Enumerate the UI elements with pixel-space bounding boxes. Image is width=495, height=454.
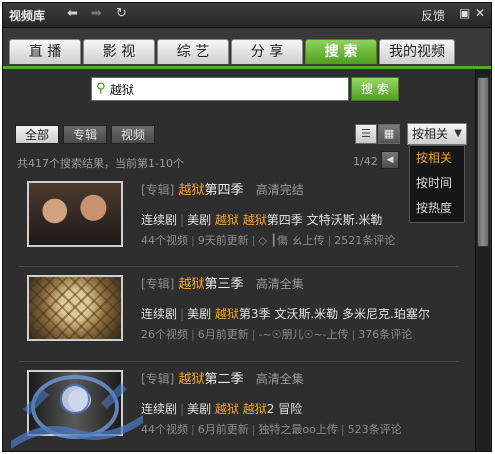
meta-highlight: 越狱 bbox=[214, 213, 239, 227]
result-title: [专辑] 越狱第三季 高清全集 bbox=[141, 273, 304, 292]
thumbnail[interactable] bbox=[27, 275, 123, 341]
uploader[interactable]: ◇ ┃傷 ㄠ上传 bbox=[258, 234, 324, 247]
update-time: 6月前更新 bbox=[197, 328, 249, 341]
restore-icon[interactable]: ▣ bbox=[459, 6, 470, 20]
search-input[interactable] bbox=[110, 79, 344, 99]
scrollbar[interactable] bbox=[475, 69, 490, 451]
feedback-link[interactable]: 反馈 bbox=[421, 7, 445, 24]
meta-highlight: 越狱 bbox=[242, 213, 267, 227]
window-title: 视频库 bbox=[9, 9, 46, 23]
watermark-logo bbox=[11, 375, 143, 449]
close-icon[interactable]: ✕ bbox=[475, 6, 485, 20]
grid-view-icon[interactable]: ▦ bbox=[378, 124, 400, 144]
meta-highlight: 越狱 bbox=[242, 402, 267, 416]
result-stats: 44个视频 | 6月前更新 | 独特之最oo上传 | 523条评论 bbox=[141, 423, 402, 436]
title-bar: 视频库 ⬅ ➡ ↻ 反馈 ▣ ✕ bbox=[3, 3, 491, 28]
result-item[interactable]: [专辑] 越狱第三季 高清全集 连续剧 | 美剧 越狱第3季 文沃斯.米勒 多米尼克… bbox=[13, 269, 463, 361]
quality-label: 高清全集 bbox=[255, 277, 304, 291]
result-meta: 连续剧 | 美剧 越狱 越狱第四季 文特沃斯.米勒 bbox=[141, 213, 383, 227]
uploader[interactable]: -~☉朋儿☉~-上传 bbox=[258, 328, 348, 341]
main-tabs: 直 播 影 视 综 艺 分 享 搜 索 我的视频 bbox=[3, 28, 491, 69]
chevron-down-icon: ▼ bbox=[454, 128, 462, 139]
sort-menu: 按相关 按时间 按热度 bbox=[409, 145, 465, 223]
tab-live[interactable]: 直 播 bbox=[9, 39, 81, 64]
comment-count[interactable]: 2521条评论 bbox=[334, 234, 395, 247]
search-box: ⚲ bbox=[91, 77, 349, 101]
title-text[interactable]: 第二季 bbox=[205, 372, 244, 387]
page-indicator: 1/42 bbox=[353, 155, 378, 168]
sort-current: 按相关 bbox=[412, 127, 449, 141]
filter-all[interactable]: 全部 bbox=[15, 125, 60, 144]
video-count: 26个视频 bbox=[141, 328, 188, 341]
thumbnail[interactable] bbox=[27, 181, 123, 247]
result-title: [专辑] 越狱第四季 高清完结 bbox=[141, 179, 304, 198]
meta-rest: 第3季 文沃斯.米勒 多米尼克.珀塞尔 bbox=[238, 307, 430, 321]
result-item[interactable]: [专辑] 越狱第四季 高清完结 连续剧 | 美剧 越狱 越狱第四季 文特沃斯.米勒 … bbox=[13, 175, 463, 267]
result-title: [专辑] 越狱第二季 高清全集 bbox=[141, 368, 304, 387]
meta-highlight: 越狱 bbox=[214, 307, 239, 321]
back-arrow-icon[interactable]: ⬅ bbox=[67, 6, 78, 21]
sort-dropdown[interactable]: 按相关 ▼ bbox=[407, 123, 467, 145]
filter-album[interactable]: 专辑 bbox=[63, 125, 108, 144]
title-highlight[interactable]: 越狱 bbox=[179, 372, 205, 387]
meta-region: 美剧 bbox=[187, 307, 212, 321]
search-icon: ⚲ bbox=[96, 81, 106, 96]
title-highlight[interactable]: 越狱 bbox=[179, 277, 205, 292]
meta-type: 连续剧 bbox=[141, 213, 178, 227]
uploader[interactable]: 独特之最oo上传 bbox=[258, 423, 337, 436]
quality-label: 高清完结 bbox=[255, 183, 304, 197]
meta-type: 连续剧 bbox=[141, 307, 178, 321]
meta-region: 美剧 bbox=[187, 213, 212, 227]
result-stats: 26个视频 | 6月前更新 | -~☉朋儿☉~-上传 | 376条评论 bbox=[141, 328, 413, 341]
tab-share[interactable]: 分 享 bbox=[231, 39, 303, 64]
meta-region: 美剧 bbox=[187, 402, 212, 416]
tab-search[interactable]: 搜 索 bbox=[305, 39, 377, 64]
title-text[interactable]: 第四季 bbox=[205, 183, 244, 198]
divider bbox=[19, 266, 459, 267]
meta-rest: 2 冒险 bbox=[266, 402, 303, 416]
comment-count[interactable]: 376条评论 bbox=[358, 328, 412, 341]
search-bar: ⚲ 搜 索 bbox=[91, 77, 399, 101]
album-tag: [专辑] bbox=[141, 183, 175, 197]
tab-my-videos[interactable]: 我的视频 bbox=[379, 39, 455, 64]
result-meta: 连续剧 | 美剧 越狱第3季 文沃斯.米勒 多米尼克.珀塞尔 bbox=[141, 307, 430, 321]
result-count: 共417个搜索结果，当前第1-10个 bbox=[17, 157, 184, 170]
title-text[interactable]: 第三季 bbox=[205, 277, 244, 292]
refresh-icon[interactable]: ↻ bbox=[116, 6, 127, 21]
video-count: 44个视频 bbox=[141, 234, 188, 247]
update-time: 6月前更新 bbox=[197, 423, 249, 436]
meta-highlight: 越狱 bbox=[214, 402, 239, 416]
album-tag: [专辑] bbox=[141, 277, 175, 291]
sort-option-relevance[interactable]: 按相关 bbox=[410, 146, 464, 171]
tab-variety[interactable]: 综 艺 bbox=[157, 39, 229, 64]
forward-arrow-icon[interactable]: ➡ bbox=[91, 6, 102, 21]
quality-label: 高清全集 bbox=[255, 372, 304, 386]
list-view-icon[interactable]: ☰ bbox=[355, 124, 377, 144]
sort-option-popularity[interactable]: 按热度 bbox=[410, 196, 464, 221]
update-time: 9天前更新 bbox=[197, 234, 249, 247]
result-meta: 连续剧 | 美剧 越狱 越狱2 冒险 bbox=[141, 402, 303, 416]
meta-rest: 第四季 文特沃斯.米勒 bbox=[266, 213, 383, 227]
search-button[interactable]: 搜 索 bbox=[351, 77, 399, 101]
filter-video[interactable]: 视频 bbox=[111, 125, 156, 144]
sort-option-time[interactable]: 按时间 bbox=[410, 171, 464, 196]
prev-page-icon[interactable]: ◀ bbox=[381, 151, 399, 169]
comment-count[interactable]: 523条评论 bbox=[348, 423, 402, 436]
result-stats: 44个视频 | 9天前更新 | ◇ ┃傷 ㄠ上传 | 2521条评论 bbox=[141, 234, 396, 247]
tab-movies[interactable]: 影 视 bbox=[83, 39, 155, 64]
title-highlight[interactable]: 越狱 bbox=[179, 183, 205, 198]
scrollbar-thumb[interactable] bbox=[477, 77, 489, 247]
video-library-window: 视频库 ⬅ ➡ ↻ 反馈 ▣ ✕ 直 播 影 视 综 艺 分 享 搜 索 我的视… bbox=[2, 2, 492, 452]
